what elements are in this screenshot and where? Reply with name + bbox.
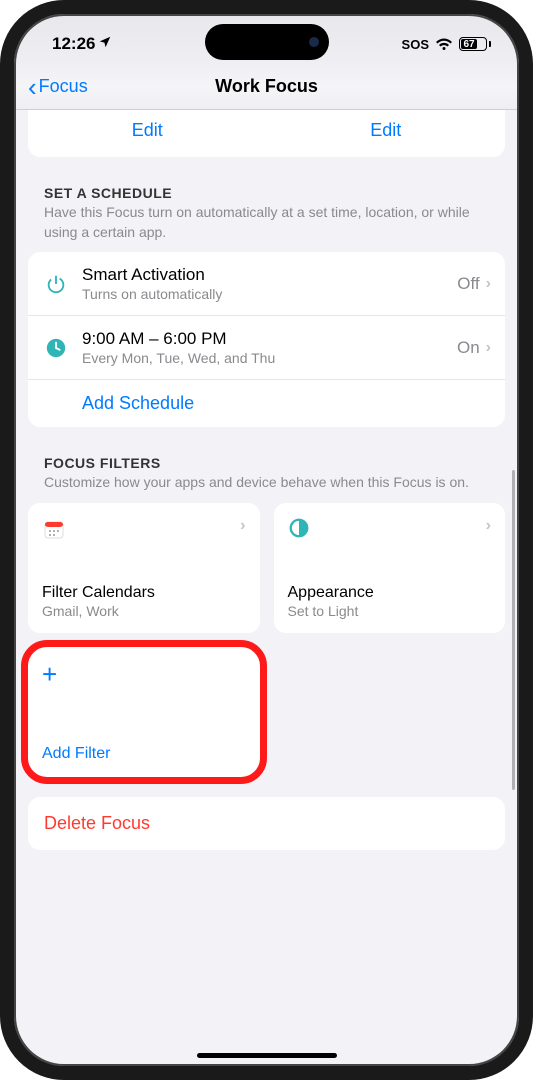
smart-activation-title: Smart Activation xyxy=(82,265,457,285)
smart-activation-sub: Turns on automatically xyxy=(82,286,457,302)
clock-icon xyxy=(42,337,70,359)
appearance-sub: Set to Light xyxy=(288,603,492,619)
appearance-tile[interactable]: › Appearance Set to Light xyxy=(274,503,506,633)
schedule-list: Smart Activation Turns on automatically … xyxy=(28,252,505,427)
battery-icon: 67 xyxy=(459,37,491,51)
filter-calendars-title: Filter Calendars xyxy=(42,584,246,602)
wifi-icon xyxy=(435,38,453,51)
filter-calendars-tile[interactable]: › Filter Calendars Gmail, Work xyxy=(28,503,260,633)
scroll-indicator xyxy=(512,470,515,790)
add-filter-label: Add Filter xyxy=(42,745,246,763)
schedule-header: SET A SCHEDULE Have this Focus turn on a… xyxy=(28,185,505,252)
sos-label: SOS xyxy=(402,37,429,52)
top-edit-card: Edit Edit xyxy=(28,110,505,157)
chevron-right-icon: › xyxy=(486,517,491,535)
nav-bar: ‹ Focus Work Focus xyxy=(14,64,519,110)
smart-activation-row[interactable]: Smart Activation Turns on automatically … xyxy=(28,252,505,316)
schedule-desc: Have this Focus turn on automatically at… xyxy=(44,203,489,242)
home-indicator[interactable] xyxy=(197,1053,337,1058)
status-time: 12:26 xyxy=(52,34,95,54)
appearance-title: Appearance xyxy=(288,584,492,602)
time-schedule-title: 9:00 AM – 6:00 PM xyxy=(82,329,457,349)
time-schedule-value: On xyxy=(457,338,480,358)
back-button[interactable]: ‹ Focus xyxy=(28,74,88,100)
add-schedule-row[interactable]: Add Schedule xyxy=(28,380,505,427)
calendar-icon xyxy=(42,517,66,541)
chevron-left-icon: ‹ xyxy=(28,74,37,100)
filter-calendars-sub: Gmail, Work xyxy=(42,603,246,619)
filters-header: FOCUS FILTERS Customize how your apps an… xyxy=(28,455,505,503)
add-schedule-label: Add Schedule xyxy=(82,393,194,414)
page-title: Work Focus xyxy=(215,76,318,97)
filter-tiles: › Filter Calendars Gmail, Work › Appeara… xyxy=(28,503,505,777)
chevron-right-icon: › xyxy=(486,339,491,357)
filters-title: FOCUS FILTERS xyxy=(44,455,489,471)
schedule-title: SET A SCHEDULE xyxy=(44,185,489,201)
chevron-right-icon: › xyxy=(486,275,491,293)
add-filter-tile[interactable]: + Add Filter xyxy=(28,647,260,777)
edit-right-button[interactable]: Edit xyxy=(267,120,506,141)
back-label: Focus xyxy=(39,76,88,97)
delete-focus-label: Delete Focus xyxy=(44,813,150,833)
delete-focus-button[interactable]: Delete Focus xyxy=(28,797,505,850)
plus-icon: + xyxy=(42,661,246,687)
time-schedule-row[interactable]: 9:00 AM – 6:00 PM Every Mon, Tue, Wed, a… xyxy=(28,316,505,380)
power-icon xyxy=(42,273,70,295)
filters-desc: Customize how your apps and device behav… xyxy=(44,473,489,493)
chevron-right-icon: › xyxy=(240,517,245,535)
appearance-icon xyxy=(288,517,312,541)
location-icon xyxy=(98,34,112,54)
edit-left-button[interactable]: Edit xyxy=(28,120,267,141)
time-schedule-sub: Every Mon, Tue, Wed, and Thu xyxy=(82,350,457,366)
smart-activation-value: Off xyxy=(457,274,479,294)
